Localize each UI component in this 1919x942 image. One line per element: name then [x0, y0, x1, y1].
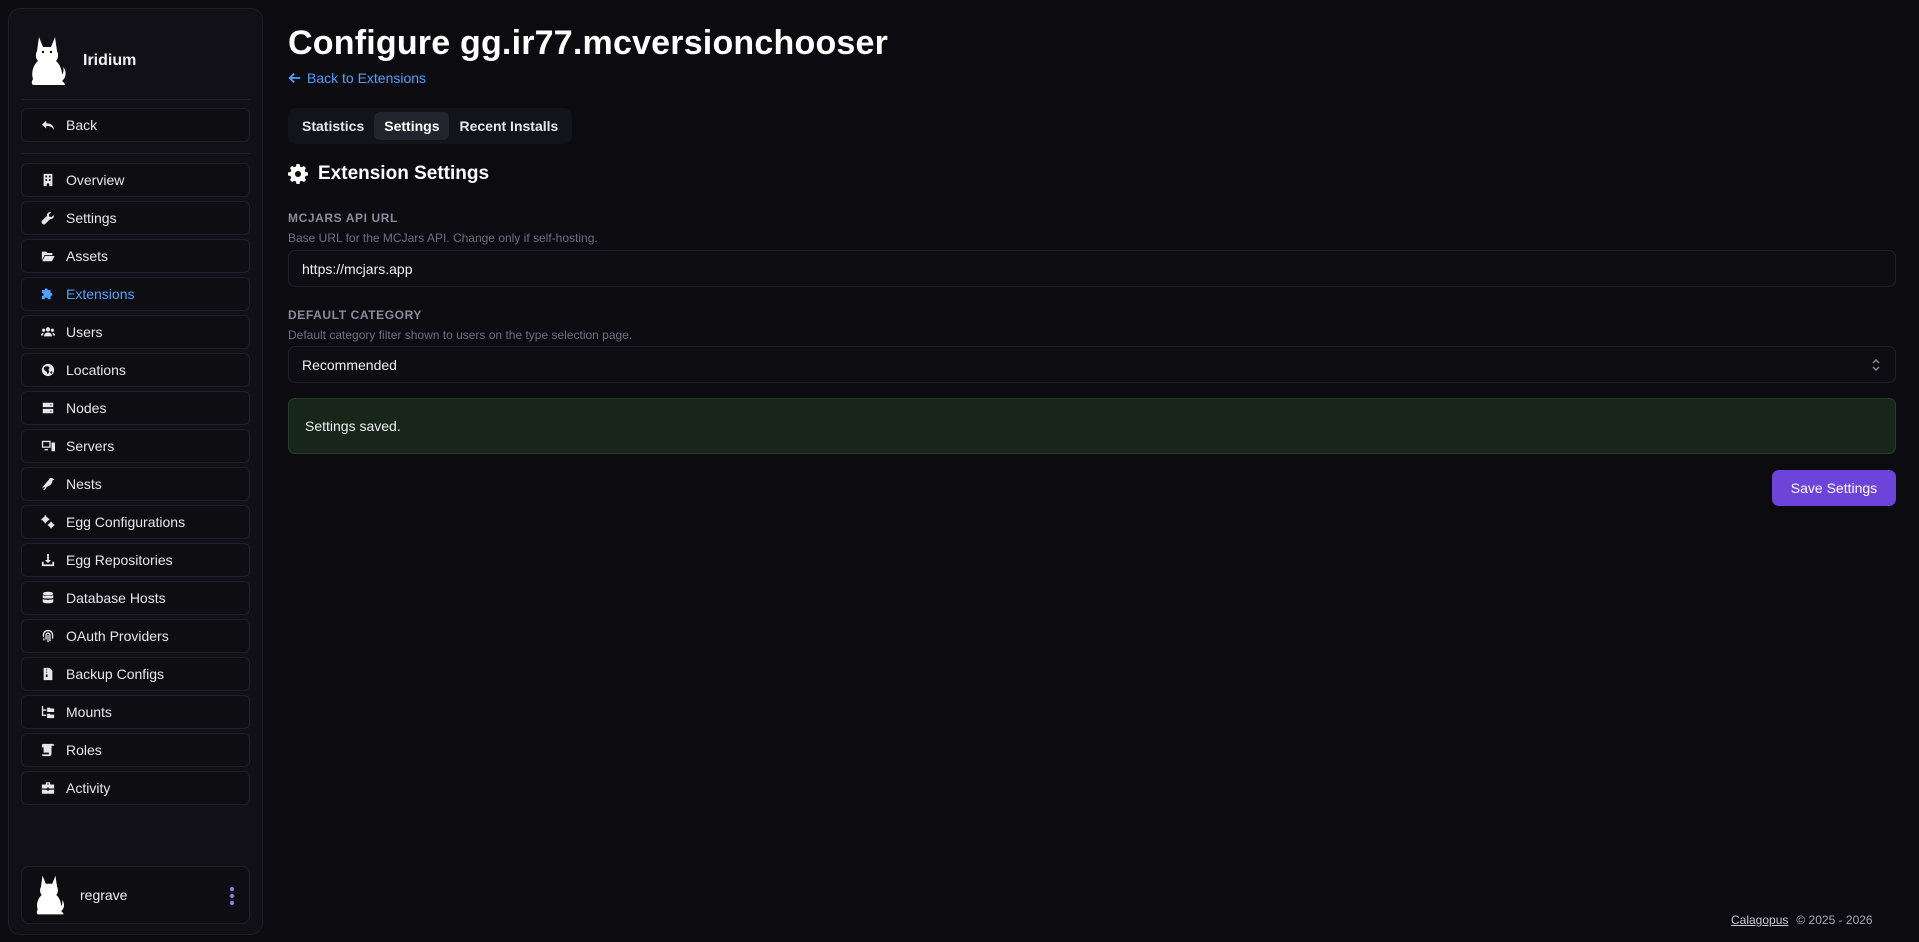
briefcase-icon: [40, 780, 56, 796]
sidebar-item-oauth-providers[interactable]: OAuth Providers: [21, 619, 250, 653]
alert-text: Settings saved.: [305, 418, 401, 434]
sidebar-item-label: Database Hosts: [66, 590, 166, 606]
sidebar-item-roles[interactable]: Roles: [21, 733, 250, 767]
sidebar-item-label: OAuth Providers: [66, 628, 169, 644]
sidebar-item-nodes[interactable]: Nodes: [21, 391, 250, 425]
sidebar-item-label: Mounts: [66, 704, 112, 720]
api-url-input[interactable]: https://mcjars.app: [288, 250, 1896, 287]
more-options-icon[interactable]: [229, 887, 235, 905]
sidebar-item-assets[interactable]: Assets: [21, 239, 250, 273]
page-title: Configure gg.ir77.mcversionchooser: [288, 24, 889, 62]
sidebar-item-users[interactable]: Users: [21, 315, 250, 349]
sidebar-item-label: Roles: [66, 742, 102, 758]
api-url-value: https://mcjars.app: [302, 260, 413, 277]
tab-bar: Statistics Settings Recent Installs: [288, 108, 573, 144]
users-icon: [40, 324, 56, 340]
reply-icon: [40, 117, 56, 133]
wrench-icon: [40, 210, 56, 226]
gears-icon: [40, 514, 56, 530]
sidebar-item-label: Locations: [66, 362, 126, 378]
sidebar-item-activity[interactable]: Activity: [21, 771, 250, 805]
sidebar-item-settings[interactable]: Settings: [21, 201, 250, 235]
file-zipper-icon: [40, 666, 56, 682]
gear-icon: [288, 164, 308, 184]
sidebar-item-label: Settings: [66, 210, 117, 226]
sidebar-item-mounts[interactable]: Mounts: [21, 695, 250, 729]
avatar: [36, 875, 65, 915]
fox-logo-icon: [31, 37, 66, 85]
sidebar-item-egg-configurations[interactable]: Egg Configurations: [21, 505, 250, 539]
sidebar-item-label: Nests: [66, 476, 102, 492]
user-card[interactable]: regrave: [21, 866, 250, 924]
tab-recent-installs[interactable]: Recent Installs: [449, 112, 568, 140]
sidebar-item-label: Overview: [66, 172, 125, 188]
sidebar-item-database-hosts[interactable]: Database Hosts: [21, 581, 250, 615]
back-link-label: Back to Extensions: [307, 70, 427, 86]
sidebar-item-servers[interactable]: Servers: [21, 429, 250, 463]
chevron-up-down-icon: [1871, 358, 1881, 372]
back-to-extensions-link[interactable]: Back to Extensions: [288, 70, 426, 86]
sidebar: Iridium Back Overview Settings Assets Ex…: [8, 8, 263, 935]
section-title: Extension Settings: [288, 163, 489, 185]
sidebar-item-label: Nodes: [66, 400, 107, 416]
computer-icon: [40, 438, 56, 454]
sidebar-item-label: Servers: [66, 438, 115, 454]
sidebar-item-label: Activity: [66, 780, 111, 796]
building-icon: [40, 172, 56, 188]
sidebar-item-label: Backup Configs: [66, 666, 165, 682]
crow-icon: [40, 476, 56, 492]
success-alert: Settings saved.: [288, 398, 1896, 454]
sidebar-item-label: Egg Configurations: [66, 514, 186, 530]
sidebar-item-egg-repositories[interactable]: Egg Repositories: [21, 543, 250, 577]
download-icon: [40, 552, 56, 568]
sidebar-item-backup-configs[interactable]: Backup Configs: [21, 657, 250, 691]
globe-icon: [40, 362, 56, 378]
default-category-value: Recommended: [302, 356, 397, 373]
sidebar-item-label: Egg Repositories: [66, 552, 173, 568]
puzzle-icon: [40, 286, 56, 302]
sidebar-item-nests[interactable]: Nests: [21, 467, 250, 501]
save-settings-button[interactable]: Save Settings: [1772, 470, 1896, 506]
brand[interactable]: Iridium: [27, 33, 136, 89]
server-icon: [40, 400, 56, 416]
sidebar-item-label: Users: [66, 324, 103, 340]
footer: Calagopus © 2025 - 2026: [1731, 913, 1873, 927]
api-url-description: Base URL for the MCJars API. Change only…: [288, 231, 598, 245]
sidebar-item-overview[interactable]: Overview: [21, 163, 250, 197]
sidebar-item-label: Assets: [66, 248, 109, 264]
fingerprint-icon: [40, 628, 56, 644]
scroll-icon: [40, 742, 56, 758]
divider: [21, 153, 250, 154]
tab-statistics[interactable]: Statistics: [292, 112, 374, 140]
database-icon: [40, 590, 56, 606]
divider: [21, 99, 250, 100]
sidebar-item-locations[interactable]: Locations: [21, 353, 250, 387]
default-category-select[interactable]: Recommended: [288, 346, 1896, 383]
username: regrave: [80, 887, 128, 903]
footer-copyright: © 2025 - 2026: [1796, 913, 1873, 927]
folder-open-icon: [40, 248, 56, 264]
default-category-label: DEFAULT CATEGORY: [288, 308, 423, 322]
back-label: Back: [66, 117, 98, 133]
footer-brand-link[interactable]: Calagopus: [1731, 913, 1788, 927]
arrow-left-icon: [288, 73, 301, 83]
section-title-label: Extension Settings: [318, 163, 490, 184]
back-button[interactable]: Back: [21, 108, 250, 142]
folder-tree-icon: [40, 704, 56, 720]
default-category-description: Default category filter shown to users o…: [288, 328, 633, 342]
brand-name: Iridium: [83, 52, 137, 69]
api-url-label: MCJARS API URL: [288, 211, 398, 225]
sidebar-item-label: Extensions: [66, 286, 135, 302]
sidebar-item-extensions[interactable]: Extensions: [21, 277, 250, 311]
tab-settings[interactable]: Settings: [374, 112, 450, 140]
